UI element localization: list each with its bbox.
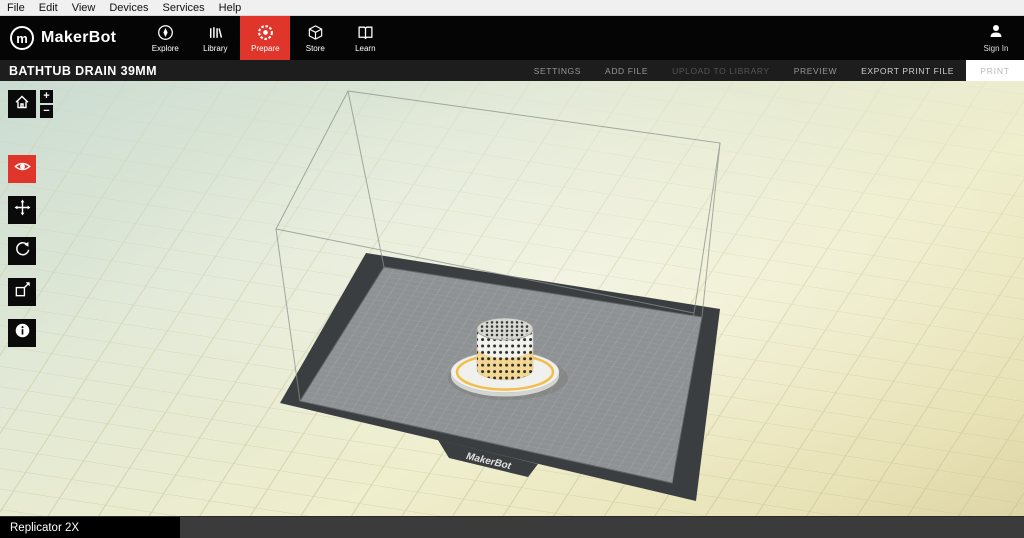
settings-action[interactable]: SETTINGS bbox=[522, 60, 593, 81]
nav-library[interactable]: Library bbox=[190, 16, 240, 60]
nav-label: Store bbox=[305, 43, 325, 53]
makerbot-brand: m MakerBot bbox=[0, 16, 130, 60]
viewport-3d[interactable]: MakerBot + − bbox=[0, 81, 1024, 516]
os-menubar: File Edit View Devices Services Help bbox=[0, 0, 1024, 16]
primary-nav: Explore Library Prepare Store Learn bbox=[140, 16, 390, 60]
brand-wordmark: MakerBot bbox=[41, 29, 117, 46]
nav-label: Library bbox=[203, 43, 228, 53]
menu-devices[interactable]: Devices bbox=[102, 0, 155, 16]
move-arrows-icon bbox=[14, 199, 31, 221]
menu-file[interactable]: File bbox=[0, 0, 32, 16]
home-icon bbox=[14, 94, 30, 115]
device-name-label: Replicator 2X bbox=[10, 521, 80, 534]
rotate-tool-button[interactable] bbox=[8, 237, 36, 265]
app-toolbar: m MakerBot Explore Library Prepare Store… bbox=[0, 16, 1024, 60]
books-icon bbox=[207, 24, 224, 41]
rotate-icon bbox=[14, 240, 31, 262]
info-icon bbox=[14, 322, 31, 344]
add-file-action[interactable]: ADD FILE bbox=[593, 60, 660, 81]
home-view-button[interactable] bbox=[8, 90, 36, 118]
cube-icon bbox=[307, 24, 324, 41]
move-tool-button[interactable] bbox=[8, 196, 36, 224]
info-tool-button[interactable] bbox=[8, 319, 36, 347]
preview-action[interactable]: PREVIEW bbox=[782, 60, 849, 81]
gear-icon bbox=[257, 24, 274, 41]
zoom-in-button[interactable]: + bbox=[40, 90, 53, 103]
menu-services[interactable]: Services bbox=[155, 0, 211, 16]
device-selector[interactable]: Replicator 2X bbox=[0, 517, 180, 538]
eye-icon bbox=[13, 158, 31, 180]
document-titlebar: BATHTUB DRAIN 39MM SETTINGS ADD FILE UPL… bbox=[0, 60, 1024, 81]
zoom-out-button[interactable]: − bbox=[40, 105, 53, 118]
status-bar: Replicator 2X bbox=[0, 516, 1024, 538]
titlebar-actions: SETTINGS ADD FILE UPLOAD TO LIBRARY PREV… bbox=[522, 60, 1024, 81]
view-mode-button[interactable] bbox=[8, 155, 36, 183]
nav-label: Prepare bbox=[251, 43, 280, 53]
menu-help[interactable]: Help bbox=[212, 0, 249, 16]
sign-in-button[interactable]: Sign In bbox=[968, 16, 1024, 60]
makerbot-desktop-window: File Edit View Devices Services Help m M… bbox=[0, 0, 1024, 538]
nav-explore[interactable]: Explore bbox=[140, 16, 190, 60]
compass-icon bbox=[157, 24, 174, 41]
nav-learn[interactable]: Learn bbox=[340, 16, 390, 60]
upload-to-library-action: UPLOAD TO LIBRARY bbox=[672, 65, 770, 76]
person-icon bbox=[988, 23, 1004, 41]
sign-in-label: Sign In bbox=[983, 44, 1009, 53]
print-button: PRINT bbox=[966, 60, 1024, 81]
book-icon bbox=[357, 24, 374, 41]
scale-icon bbox=[14, 281, 31, 303]
build-scene: MakerBot bbox=[0, 81, 1024, 516]
nav-label: Learn bbox=[355, 43, 376, 53]
menu-view[interactable]: View bbox=[65, 0, 103, 16]
nav-store[interactable]: Store bbox=[290, 16, 340, 60]
document-title: BATHTUB DRAIN 39MM bbox=[9, 63, 157, 78]
nav-prepare[interactable]: Prepare bbox=[240, 16, 291, 60]
nav-label: Explore bbox=[151, 43, 179, 53]
scale-tool-button[interactable] bbox=[8, 278, 36, 306]
makerbot-logo-icon: m bbox=[10, 26, 34, 50]
menu-edit[interactable]: Edit bbox=[32, 0, 65, 16]
export-print-file-action[interactable]: EXPORT PRINT FILE bbox=[849, 60, 966, 81]
